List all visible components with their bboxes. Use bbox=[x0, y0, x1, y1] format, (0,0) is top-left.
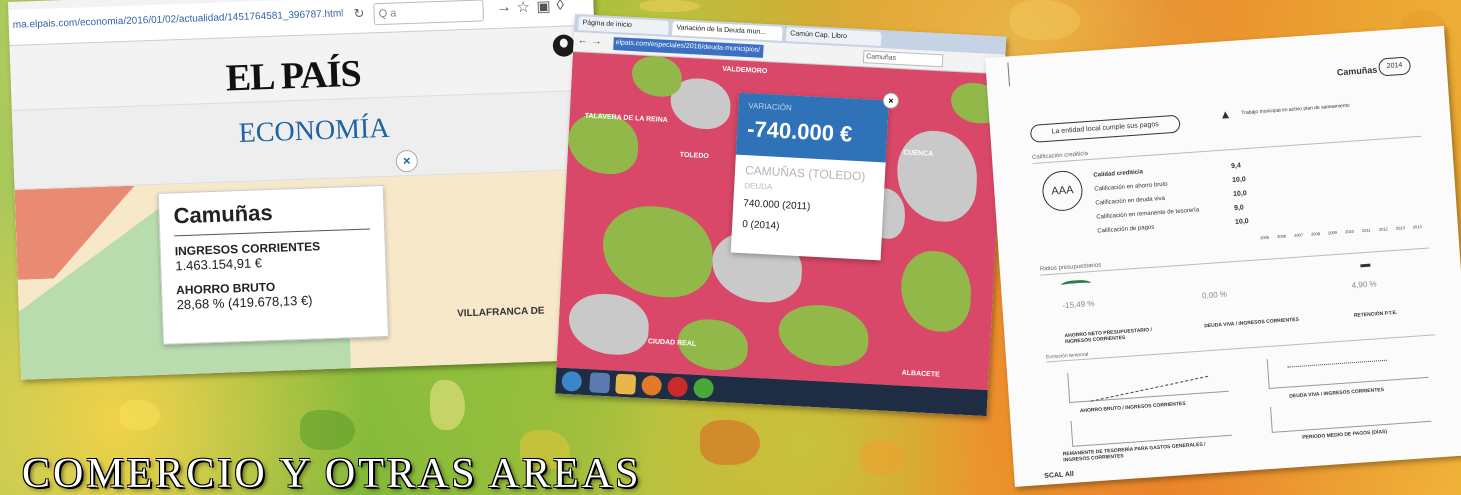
background-speck bbox=[1010, 0, 1080, 40]
year-tick: 2012 bbox=[1378, 226, 1388, 232]
divider bbox=[1032, 135, 1422, 164]
popup-title: Camuñas bbox=[173, 196, 371, 237]
debt-popup-header-label: VARIACIÓN bbox=[748, 101, 793, 113]
map-label-cuenca: CUENCA bbox=[902, 149, 934, 158]
warning-icon: ▲ bbox=[1219, 106, 1232, 122]
year-tick: 2005 bbox=[1260, 234, 1270, 241]
background-speck bbox=[640, 0, 700, 12]
year-tick: 2006 bbox=[1276, 233, 1287, 240]
ratio-label-3: RETENCIÓN P.T.E. bbox=[1353, 309, 1398, 319]
ratio-bar-icon bbox=[1360, 263, 1371, 268]
rating-row-label: Calificación de pagos bbox=[1097, 224, 1155, 235]
ratio-label-1: AHORRO NETO PRESUPUESTARIO / INGRESOS CO… bbox=[1064, 327, 1153, 346]
ratio-value-3: 4,90 % bbox=[1351, 279, 1377, 290]
municipality-popup: Camuñas INGRESOS CORRIENTES 1.463.154,91… bbox=[157, 185, 389, 345]
debt-map-screenshot: Página de inicio Variación de la Deuda m… bbox=[555, 14, 1007, 417]
rating-row-value: 10,0 bbox=[1231, 176, 1246, 185]
rating-row-value: 10,0 bbox=[1232, 190, 1247, 199]
arrow-icon[interactable]: → bbox=[496, 0, 512, 16]
browser-address-bar[interactable]: ma.elpais.com/economia/2016/01/02/actual… bbox=[8, 0, 595, 46]
rating-row-value: 10,0 bbox=[1234, 218, 1249, 226]
back-icon[interactable]: ← bbox=[577, 35, 588, 47]
rating-row-value: 9,4 bbox=[1230, 162, 1242, 171]
report-year-badge: 2014 bbox=[1377, 56, 1412, 77]
taskbar-app-icon[interactable] bbox=[589, 372, 611, 394]
report-title: Camuñas bbox=[1336, 64, 1378, 78]
firefox-icon[interactable] bbox=[641, 375, 663, 397]
year-tick: 2009 bbox=[1327, 229, 1338, 236]
address-url[interactable]: ma.elpais.com/economia/2016/01/02/actual… bbox=[13, 8, 343, 31]
year-tick: 2007 bbox=[1293, 232, 1304, 238]
rating-row-label: Calificación en remanente de tesorería bbox=[1096, 207, 1200, 221]
debt-popup-deuda-label: DEUDA bbox=[744, 181, 773, 192]
ratio-value-1: -15,49 % bbox=[1062, 298, 1095, 311]
forward-icon[interactable]: → bbox=[591, 36, 602, 48]
ratio-gauge-icon bbox=[1060, 279, 1092, 290]
rating-report-screenshot: Camuñas 2014 La entidad local cumple sus… bbox=[985, 25, 1461, 487]
year-tick: 2010 bbox=[1344, 228, 1355, 235]
report-footer-logo: SCAL All bbox=[1044, 470, 1075, 480]
rating-row-label: Calificación en deuda viva bbox=[1095, 195, 1166, 207]
start-icon[interactable] bbox=[561, 370, 583, 392]
debt-popup-municipality: CAMUÑAS (TOLEDO) bbox=[744, 163, 866, 184]
browser-search-input[interactable]: Camuñas bbox=[862, 50, 944, 68]
rating-row-label: Calidad crediticia bbox=[1093, 169, 1144, 179]
year-tick: 2008 bbox=[1310, 231, 1321, 237]
headline: COMERCIO Y OTRAS AREAS bbox=[22, 451, 642, 495]
debt-value-2011: 740.000 (2011) bbox=[743, 198, 811, 213]
year-tick: 2014 bbox=[1412, 223, 1422, 230]
folder-icon[interactable] bbox=[615, 373, 637, 395]
debt-popup: VARIACIÓN -740.000 € CAMUÑAS (TOLEDO) DE… bbox=[730, 92, 889, 261]
background-speck bbox=[860, 440, 905, 475]
compliance-pill: La entidad local cumple sus pagos bbox=[1029, 114, 1181, 143]
page-margin-mark bbox=[1007, 62, 1011, 87]
rating-row-value: 9,0 bbox=[1233, 204, 1245, 212]
map-label-toledo: TOLEDO bbox=[679, 151, 709, 161]
bookmark-star-icon[interactable]: ☆ bbox=[516, 0, 530, 16]
ratio-value-2: 0,00 % bbox=[1201, 289, 1228, 301]
ratio-label-2: DEUDA VIVA / INGRESOS CORRIENTES bbox=[1204, 316, 1300, 330]
shield-icon[interactable]: ◊ bbox=[556, 0, 564, 14]
background-speck bbox=[120, 400, 160, 430]
reload-icon[interactable]: ↻ bbox=[353, 6, 364, 22]
chrome-icon[interactable] bbox=[693, 377, 715, 399]
debt-popup-header: VARIACIÓN -740.000 € bbox=[735, 92, 889, 163]
debt-value-2014: 0 (2014) bbox=[741, 219, 780, 232]
browser-search-input[interactable]: Q a bbox=[373, 0, 484, 26]
background-speck bbox=[700, 420, 760, 465]
background-speck bbox=[430, 380, 465, 430]
year-tick: 2013 bbox=[1395, 225, 1405, 231]
warning-text: Trabajo municipal en activo plan de sane… bbox=[1241, 102, 1350, 117]
trend-chart-4 bbox=[1270, 395, 1432, 433]
chart-label-2: DEUDA VIVA / INGRESOS CORRIENTES bbox=[1289, 386, 1385, 400]
chart-label-1: AHORRO BRUTO / INGRESOS CORRIENTES bbox=[1079, 400, 1186, 415]
rating-row-label: Calificación en ahorro bruto bbox=[1094, 181, 1168, 193]
background-speck bbox=[300, 410, 355, 450]
section-title[interactable]: ECONOMÍA bbox=[238, 113, 390, 150]
rating-badge: AAA bbox=[1041, 169, 1084, 213]
chart-label-4: PERIODO MEDIO DE PAGOS (DÍAS) bbox=[1302, 428, 1388, 441]
user-account-icon[interactable] bbox=[552, 34, 576, 58]
taskbar-app-icon[interactable] bbox=[667, 376, 689, 398]
debt-variation-value: -740.000 € bbox=[746, 116, 853, 147]
elpais-logo[interactable]: EL PAÍS bbox=[225, 52, 361, 101]
clipboard-icon[interactable]: ▣ bbox=[536, 0, 551, 16]
elpais-screenshot: ma.elpais.com/economia/2016/01/02/actual… bbox=[8, 0, 606, 380]
year-tick: 2011 bbox=[1361, 227, 1371, 234]
trend-chart-2 bbox=[1266, 347, 1429, 390]
